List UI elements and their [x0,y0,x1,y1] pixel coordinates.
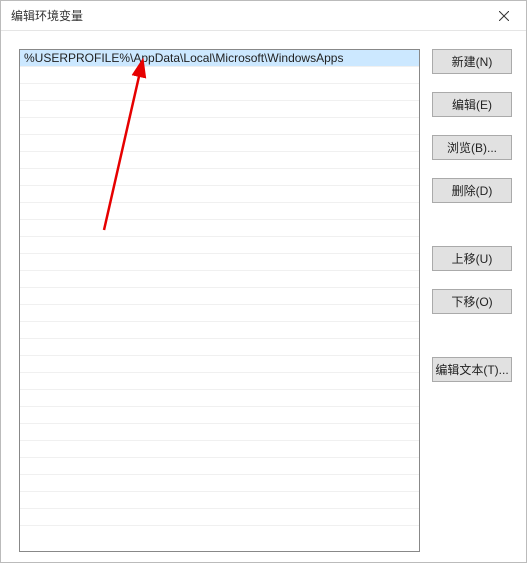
list-item-empty[interactable] [20,101,419,118]
delete-button[interactable]: 删除(D) [432,178,512,203]
list-item-empty[interactable] [20,339,419,356]
list-item-empty[interactable] [20,237,419,254]
close-button[interactable] [481,1,526,31]
list-item-empty[interactable] [20,254,419,271]
list-item-empty[interactable] [20,84,419,101]
list-item-empty[interactable] [20,305,419,322]
list-item-empty[interactable] [20,118,419,135]
list-item-empty[interactable] [20,220,419,237]
new-button[interactable]: 新建(N) [432,49,512,74]
list-item-empty[interactable] [20,373,419,390]
list-item-empty[interactable] [20,509,419,526]
list-item-empty[interactable] [20,475,419,492]
list-item-empty[interactable] [20,322,419,339]
edit-text-button[interactable]: 编辑文本(T)... [432,357,512,382]
content-area: %USERPROFILE%\AppData\Local\Microsoft\Wi… [1,31,526,562]
list-item-empty[interactable] [20,441,419,458]
edit-button[interactable]: 编辑(E) [432,92,512,117]
browse-button[interactable]: 浏览(B)... [432,135,512,160]
move-down-button[interactable]: 下移(O) [432,289,512,314]
path-list[interactable]: %USERPROFILE%\AppData\Local\Microsoft\Wi… [19,49,420,552]
list-item-empty[interactable] [20,152,419,169]
list-item-empty[interactable] [20,186,419,203]
list-item-empty[interactable] [20,203,419,220]
list-item-empty[interactable] [20,169,419,186]
list-item-empty[interactable] [20,407,419,424]
list-item-empty[interactable] [20,135,419,152]
list-item-empty[interactable] [20,356,419,373]
list-item-empty[interactable] [20,271,419,288]
close-icon [499,11,509,21]
dialog-window: 编辑环境变量 %USERPROFILE%\AppData\Local\Micro… [0,0,527,563]
list-item[interactable]: %USERPROFILE%\AppData\Local\Microsoft\Wi… [20,50,419,67]
list-item-empty[interactable] [20,424,419,441]
list-item-empty[interactable] [20,492,419,509]
move-up-button[interactable]: 上移(U) [432,246,512,271]
window-title: 编辑环境变量 [11,7,83,24]
list-item-empty[interactable] [20,288,419,305]
titlebar: 编辑环境变量 [1,1,526,31]
list-item-empty[interactable] [20,67,419,84]
list-item-empty[interactable] [20,458,419,475]
list-item-empty[interactable] [20,390,419,407]
button-column: 新建(N) 编辑(E) 浏览(B)... 删除(D) 上移(U) 下移(O) 编… [432,49,512,552]
